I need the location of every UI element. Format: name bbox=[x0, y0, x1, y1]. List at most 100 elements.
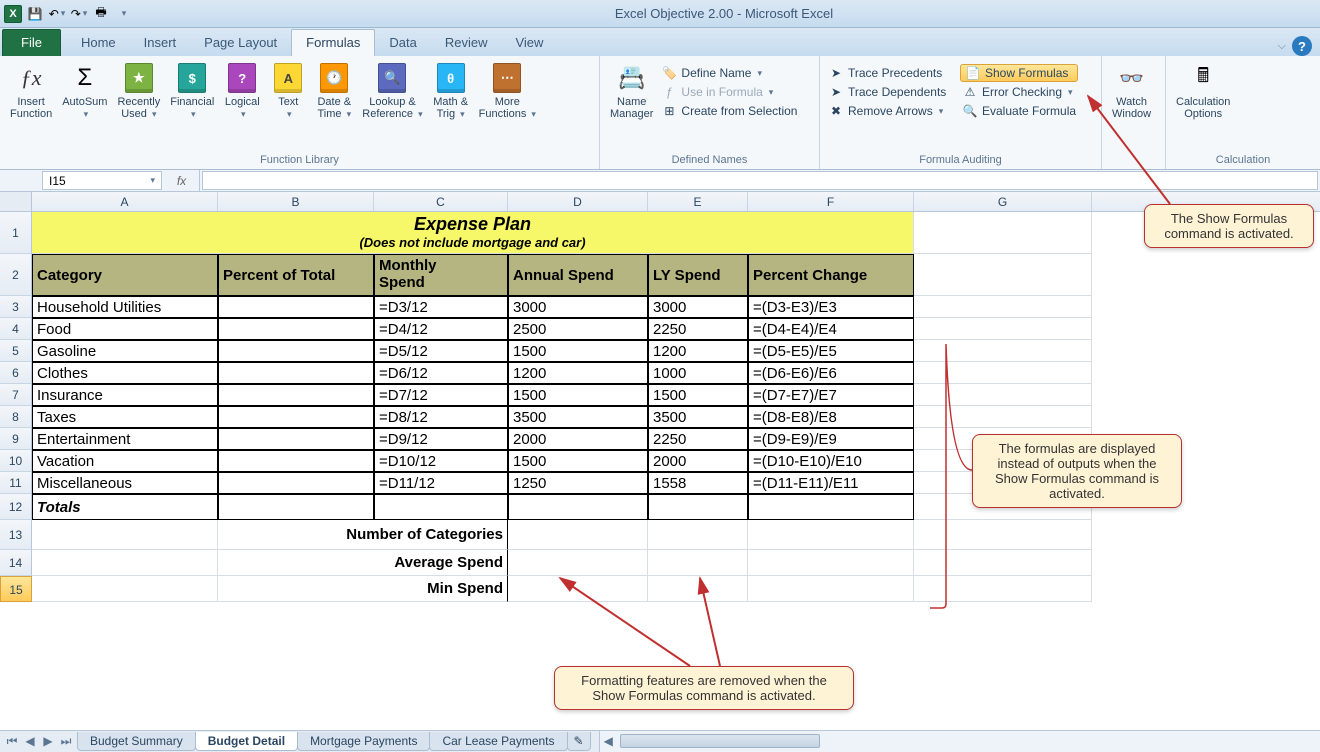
calculation-options-button[interactable]: 🖩CalculationOptions bbox=[1172, 60, 1234, 122]
tab-insert[interactable]: Insert bbox=[130, 30, 191, 56]
cell-5-14[interactable] bbox=[748, 550, 914, 576]
fx-icon[interactable]: fx bbox=[164, 170, 200, 191]
cell-percent-7[interactable] bbox=[218, 384, 374, 406]
row-header-13[interactable]: 13 bbox=[0, 520, 32, 550]
more-functions-button[interactable]: ⋯MoreFunctions ▾ bbox=[475, 60, 540, 122]
cell-category-3[interactable]: Household Utilities bbox=[32, 296, 218, 318]
logical-button[interactable]: ?Logical▾ bbox=[220, 60, 264, 122]
watch-window-button[interactable]: 👓WatchWindow bbox=[1108, 60, 1155, 122]
tab-view[interactable]: View bbox=[501, 30, 557, 56]
number-categories-label[interactable]: Number of Categories bbox=[218, 520, 508, 550]
cell-change-6[interactable]: =(D6-E6)/E6 bbox=[748, 362, 914, 384]
cell-ly-8[interactable]: 3500 bbox=[648, 406, 748, 428]
cell-monthly-4[interactable]: =D4/12 bbox=[374, 318, 508, 340]
financial-button[interactable]: $Financial▾ bbox=[166, 60, 218, 122]
cell-g-4[interactable] bbox=[914, 318, 1092, 340]
file-tab[interactable]: File bbox=[2, 29, 61, 56]
cell-annual-9[interactable]: 2000 bbox=[508, 428, 648, 450]
totals-1[interactable] bbox=[218, 494, 374, 520]
cell-annual-8[interactable]: 3500 bbox=[508, 406, 648, 428]
average-spend-label[interactable]: Average Spend bbox=[218, 550, 508, 576]
row-header-14[interactable]: 14 bbox=[0, 550, 32, 576]
cell-annual-5[interactable]: 1500 bbox=[508, 340, 648, 362]
cell-category-11[interactable]: Miscellaneous bbox=[32, 472, 218, 494]
undo-icon[interactable]: ↶▾ bbox=[48, 5, 66, 23]
cell-ly-5[interactable]: 1200 bbox=[648, 340, 748, 362]
cell-percent-9[interactable] bbox=[218, 428, 374, 450]
cell-g-7[interactable] bbox=[914, 384, 1092, 406]
cell-3-13[interactable] bbox=[508, 520, 648, 550]
cell-percent-5[interactable] bbox=[218, 340, 374, 362]
cell-category-5[interactable]: Gasoline bbox=[32, 340, 218, 362]
totals-4[interactable] bbox=[648, 494, 748, 520]
evaluate-formula-button[interactable]: 🔍Evaluate Formula bbox=[960, 102, 1078, 120]
totals-3[interactable] bbox=[508, 494, 648, 520]
cell-g-8[interactable] bbox=[914, 406, 1092, 428]
min-spend-label[interactable]: Min Spend bbox=[218, 576, 508, 602]
cell-4-14[interactable] bbox=[648, 550, 748, 576]
cell-annual-10[interactable]: 1500 bbox=[508, 450, 648, 472]
cell-monthly-7[interactable]: =D7/12 bbox=[374, 384, 508, 406]
cell-change-3[interactable]: =(D3-E3)/E3 bbox=[748, 296, 914, 318]
remove-arrows-button[interactable]: ✖Remove Arrows ▾ bbox=[826, 102, 958, 120]
sheet-nav-first[interactable]: ⏮ bbox=[4, 734, 20, 749]
lookup-button[interactable]: 🔍Lookup &Reference ▾ bbox=[358, 60, 426, 122]
cell-annual-3[interactable]: 3000 bbox=[508, 296, 648, 318]
cell-change-9[interactable]: =(D9-E9)/E9 bbox=[748, 428, 914, 450]
cell-g-5[interactable] bbox=[914, 340, 1092, 362]
cell-change-7[interactable]: =(D7-E7)/E7 bbox=[748, 384, 914, 406]
autosum-button[interactable]: ΣAutoSum▾ bbox=[58, 60, 111, 122]
sheet-tab-budget-detail[interactable]: Budget Detail bbox=[195, 732, 298, 751]
column-header-B[interactable]: B bbox=[218, 192, 374, 211]
cell-category-9[interactable]: Entertainment bbox=[32, 428, 218, 450]
row-header-11[interactable]: 11 bbox=[0, 472, 32, 494]
cell-category-4[interactable]: Food bbox=[32, 318, 218, 340]
row-header-10[interactable]: 10 bbox=[0, 450, 32, 472]
sheet-tab-car-lease-payments[interactable]: Car Lease Payments bbox=[429, 732, 567, 751]
row-header-3[interactable]: 3 bbox=[0, 296, 32, 318]
cell-category-7[interactable]: Insurance bbox=[32, 384, 218, 406]
horizontal-scrollbar[interactable]: ◀ bbox=[599, 731, 1320, 752]
tab-data[interactable]: Data bbox=[375, 30, 430, 56]
create-from-selection-button[interactable]: ⊞Create from Selection bbox=[659, 102, 799, 120]
tab-formulas[interactable]: Formulas bbox=[291, 29, 375, 56]
error-checking-button[interactable]: ⚠Error Checking ▾ bbox=[960, 83, 1078, 101]
cell-6-13[interactable] bbox=[914, 520, 1092, 550]
cell-change-11[interactable]: =(D11-E11)/E11 bbox=[748, 472, 914, 494]
cell-5-15[interactable] bbox=[748, 576, 914, 602]
recently-used-button[interactable]: ★RecentlyUsed ▾ bbox=[113, 60, 164, 122]
save-icon[interactable]: 💾 bbox=[26, 5, 44, 23]
row-header-9[interactable]: 9 bbox=[0, 428, 32, 450]
tab-page-layout[interactable]: Page Layout bbox=[190, 30, 291, 56]
cell-g1[interactable] bbox=[914, 212, 1092, 254]
totals-2[interactable] bbox=[374, 494, 508, 520]
name-box[interactable]: I15▾ bbox=[42, 171, 162, 190]
title-cell[interactable]: Expense Plan(Does not include mortgage a… bbox=[32, 212, 914, 254]
totals-5[interactable] bbox=[748, 494, 914, 520]
show-formulas-button[interactable]: 📄Show Formulas bbox=[960, 64, 1078, 82]
cell-monthly-6[interactable]: =D6/12 bbox=[374, 362, 508, 384]
row-header-7[interactable]: 7 bbox=[0, 384, 32, 406]
cell-change-10[interactable]: =(D10-E10)/E10 bbox=[748, 450, 914, 472]
header-category[interactable]: Category bbox=[32, 254, 218, 296]
cell-4-15[interactable] bbox=[648, 576, 748, 602]
sheet-nav-prev[interactable]: ◀ bbox=[22, 734, 38, 749]
cell-monthly-5[interactable]: =D5/12 bbox=[374, 340, 508, 362]
redo-icon[interactable]: ↷▾ bbox=[70, 5, 88, 23]
text-button[interactable]: AText▾ bbox=[266, 60, 310, 122]
column-header-E[interactable]: E bbox=[648, 192, 748, 211]
row-header-5[interactable]: 5 bbox=[0, 340, 32, 362]
cell-change-8[interactable]: =(D8-E8)/E8 bbox=[748, 406, 914, 428]
cell-ly-4[interactable]: 2250 bbox=[648, 318, 748, 340]
cell-g2[interactable] bbox=[914, 254, 1092, 296]
cell-ly-9[interactable]: 2250 bbox=[648, 428, 748, 450]
cell-g-3[interactable] bbox=[914, 296, 1092, 318]
cell-5-13[interactable] bbox=[748, 520, 914, 550]
column-header-G[interactable]: G bbox=[914, 192, 1092, 211]
row-header-8[interactable]: 8 bbox=[0, 406, 32, 428]
sheet-tab-mortgage-payments[interactable]: Mortgage Payments bbox=[297, 732, 430, 751]
header-monthly-spend[interactable]: MonthlySpend bbox=[374, 254, 508, 296]
cell-ly-10[interactable]: 2000 bbox=[648, 450, 748, 472]
sheet-nav-last[interactable]: ⏭ bbox=[58, 734, 74, 749]
cell-change-4[interactable]: =(D4-E4)/E4 bbox=[748, 318, 914, 340]
